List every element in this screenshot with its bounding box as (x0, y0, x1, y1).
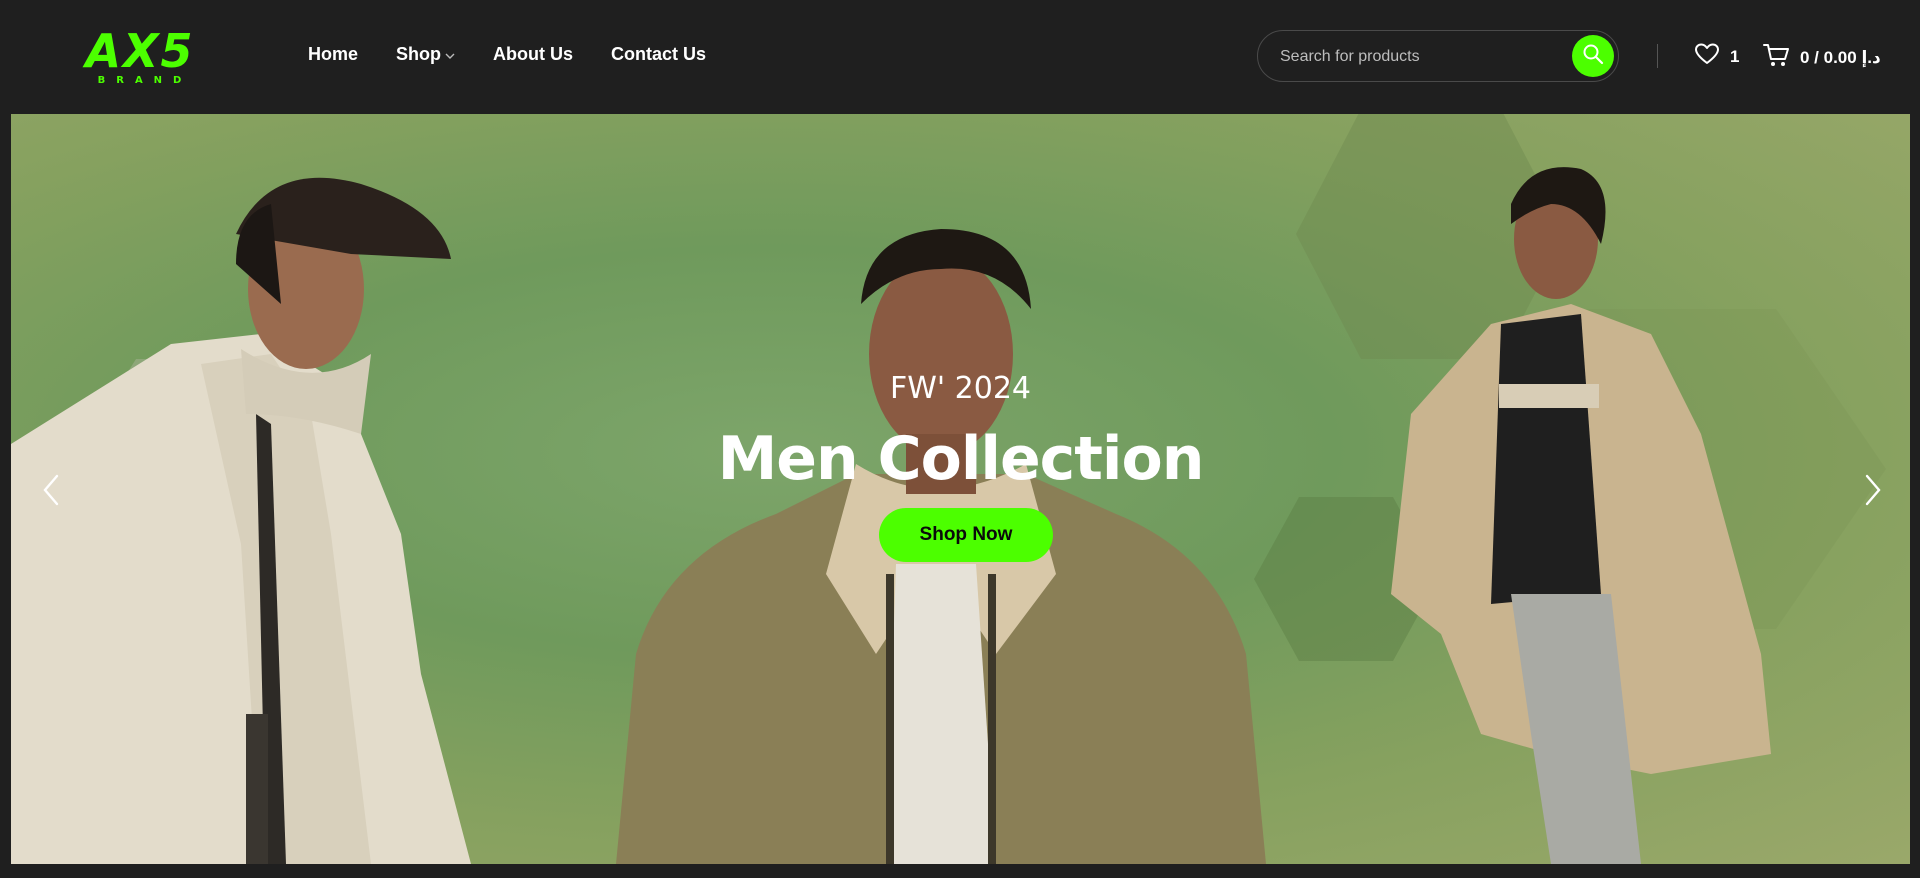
heart-icon (1694, 42, 1720, 71)
model-center-image (616, 229, 1266, 864)
page-bottom-strip (0, 864, 1920, 878)
main-nav: Home Shop About Us Contact Us (308, 44, 744, 65)
nav-item-about-us[interactable]: About Us (493, 44, 573, 65)
site-header: AX5 BRAND Home Shop About Us Contact Us (0, 0, 1920, 114)
header-divider (1657, 44, 1658, 68)
nav-item-label: Contact Us (611, 44, 707, 64)
search-icon (1582, 43, 1604, 70)
nav-item-label: About Us (493, 44, 574, 64)
nav-item-contact-us[interactable]: Contact Us (611, 44, 706, 65)
hero-slider: FW' 2024 Men Collection Shop Now (11, 114, 1910, 864)
chevron-right-icon (1859, 474, 1887, 514)
brand-logo-tagline: BRAND (97, 75, 193, 86)
nav-item-shop[interactable]: Shop (396, 44, 455, 65)
cart-icon (1762, 42, 1790, 73)
search-input[interactable] (1278, 44, 1552, 70)
shop-now-button[interactable]: Shop Now (879, 508, 1053, 562)
wishlist-button[interactable]: 1 (1694, 42, 1739, 71)
wishlist-count: 1 (1730, 46, 1740, 66)
chevron-down-icon (445, 44, 455, 65)
nav-item-label: Shop (396, 44, 442, 64)
cart-summary: 0 / 0.00 د.إ (1800, 47, 1881, 67)
slider-prev-button[interactable] (37, 470, 65, 510)
chevron-left-icon (37, 474, 65, 514)
search-button[interactable] (1572, 35, 1614, 77)
brand-logo-text: AX5 (85, 24, 195, 78)
nav-item-label: Home (308, 44, 359, 64)
slider-next-button[interactable] (1859, 470, 1887, 510)
search-bar (1257, 30, 1619, 82)
brand-logo[interactable]: AX5 BRAND (82, 28, 198, 88)
hero-title: Men Collection (717, 424, 1205, 494)
model-right-image (1391, 167, 1771, 864)
cart-button[interactable]: 0 / 0.00 د.إ (1762, 42, 1881, 73)
nav-item-home[interactable]: Home (308, 44, 358, 65)
hero-subtitle: FW' 2024 (889, 371, 1032, 406)
